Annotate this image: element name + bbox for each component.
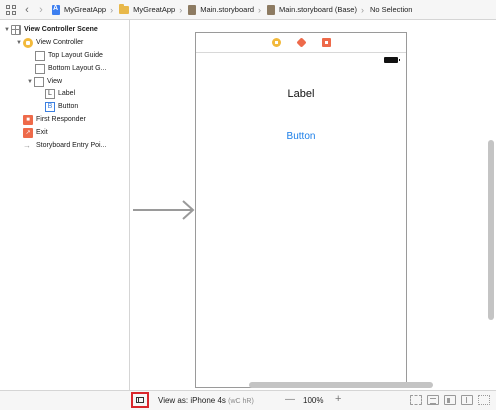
view-as-label: View as: iPhone 4s: [158, 396, 226, 405]
outline-item-button[interactable]: B Button: [45, 101, 78, 112]
layout-tools: [405, 395, 490, 405]
breadcrumb-folder[interactable]: MyGreatApp ›: [119, 3, 183, 15]
outline-item-bottom-layout-guide[interactable]: Bottom Layout G...: [35, 63, 106, 74]
forward-chevron-icon[interactable]: ›: [36, 4, 46, 15]
folder-icon: [119, 3, 130, 14]
outline-item-scene[interactable]: ▼ View Controller Scene: [4, 24, 98, 35]
outline-label: View Controller: [36, 39, 84, 46]
align-icon[interactable]: [444, 395, 456, 405]
chevron-right-icon: ›: [360, 4, 364, 15]
disclosure-triangle-icon[interactable]: ▼: [4, 27, 11, 33]
storyboard-icon: [267, 4, 275, 15]
view-icon: [34, 76, 44, 87]
first-responder-icon[interactable]: [295, 37, 307, 48]
zoom-level: 100%: [303, 396, 324, 405]
pin-icon[interactable]: [461, 395, 473, 405]
outline-item-label[interactable]: L Label: [45, 88, 75, 99]
view-controller-icon[interactable]: [271, 38, 281, 47]
sidebar-icon: [136, 397, 144, 403]
stack-icon[interactable]: [427, 395, 439, 405]
zoom-in-button[interactable]: +: [335, 393, 341, 405]
breadcrumb-label: Main.storyboard (Base): [279, 5, 357, 14]
outline-label: Storyboard Entry Poi...: [36, 142, 107, 149]
label-element[interactable]: Label: [196, 88, 406, 100]
zoom-out-button[interactable]: —: [285, 394, 295, 405]
layout-guide-icon: [35, 50, 45, 61]
chevron-right-icon: ›: [179, 4, 183, 15]
outline-item-entry-point[interactable]: → Storyboard Entry Poi...: [23, 140, 106, 151]
document-outline-toggle-button[interactable]: [131, 392, 149, 408]
vertical-scrollbar[interactable]: [488, 140, 494, 320]
exit-icon[interactable]: [321, 38, 331, 47]
breadcrumb-label: No Selection: [369, 5, 413, 14]
scene-dock: [196, 33, 406, 53]
outline-label: View Controller Scene: [24, 26, 98, 33]
jump-bar: ‹ › MyGreatApp › MyGreatApp › Main.story…: [0, 0, 496, 20]
update-frames-icon[interactable]: [410, 395, 422, 405]
view-as-control[interactable]: View as: iPhone 4s (wC hR): [158, 396, 254, 405]
outline-item-view[interactable]: ▼ View: [27, 76, 62, 87]
size-class-label: (wC hR): [228, 398, 254, 405]
document-outline: ▼ View Controller Scene ▼ View Controlle…: [0, 20, 130, 390]
scene-icon: [11, 24, 21, 35]
outline-label: Button: [58, 103, 79, 110]
outline-item-first-responder[interactable]: ■ First Responder: [23, 114, 86, 125]
breadcrumb-selection[interactable]: No Selection: [370, 5, 413, 14]
view-controller-icon: [23, 37, 33, 48]
entry-point-arrow-icon: →: [23, 141, 31, 150]
breadcrumb-label: Main.storyboard: [200, 5, 254, 14]
back-chevron-icon[interactable]: ‹: [22, 4, 32, 15]
project-icon: [52, 4, 60, 15]
chevron-right-icon: ›: [258, 4, 261, 15]
breadcrumb-label: MyGreatApp: [133, 5, 176, 14]
outline-label: Exit: [36, 129, 48, 136]
battery-icon: [384, 57, 400, 63]
outline-label: Top Layout Guide: [48, 52, 103, 59]
breadcrumb-storyboard-base[interactable]: Main.storyboard (Base) ›: [267, 4, 364, 15]
first-responder-icon: ■: [23, 114, 33, 125]
related-items-icon[interactable]: [6, 4, 16, 15]
outline-label: View: [47, 78, 63, 85]
chevron-right-icon: ›: [110, 4, 114, 15]
outline-label: Bottom Layout G...: [48, 65, 107, 72]
layout-guide-icon: [35, 63, 45, 74]
button-icon: B: [45, 101, 55, 112]
outline-label: Label: [58, 90, 76, 97]
storyboard-canvas[interactable]: Label Button: [131, 20, 496, 390]
outline-item-view-controller[interactable]: ▼ View Controller: [16, 37, 83, 48]
button-element[interactable]: Button: [196, 131, 406, 142]
outline-item-exit[interactable]: ↗ Exit: [23, 127, 48, 138]
breadcrumb-project[interactable]: MyGreatApp ›: [52, 4, 114, 15]
breadcrumb-storyboard[interactable]: Main.storyboard ›: [188, 4, 261, 15]
entry-point-arrow[interactable]: [133, 198, 197, 222]
storyboard-icon: [188, 4, 197, 15]
outline-label: First Responder: [36, 116, 86, 123]
disclosure-triangle-icon[interactable]: ▼: [16, 40, 23, 46]
disclosure-triangle-icon[interactable]: ▼: [27, 79, 34, 85]
view-controller-frame[interactable]: Label Button: [195, 32, 407, 388]
breadcrumb-label: MyGreatApp: [64, 5, 107, 14]
label-icon: L: [45, 88, 55, 99]
outline-item-top-layout-guide[interactable]: Top Layout Guide: [35, 50, 103, 61]
exit-icon: ↗: [23, 127, 33, 138]
resolve-issues-icon[interactable]: [478, 395, 490, 405]
horizontal-scrollbar[interactable]: [249, 382, 433, 388]
